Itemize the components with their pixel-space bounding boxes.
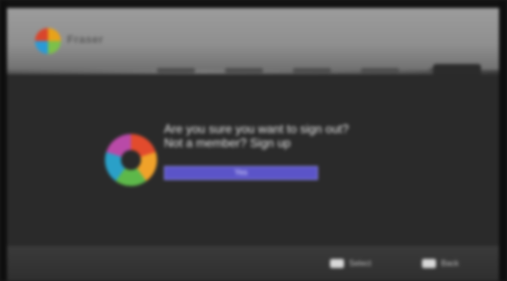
ok-key-icon: [330, 259, 344, 268]
signout-dialog: [7, 74, 499, 246]
back-key-label: Back: [441, 259, 459, 268]
nav-item[interactable]: [225, 68, 263, 73]
select-key-hint: Select: [330, 259, 371, 268]
screen-bezel-left: [0, 0, 7, 281]
confirm-button-label: Yes: [234, 168, 248, 177]
color-wheel-icon: [105, 134, 157, 186]
select-key-label: Select: [349, 259, 372, 268]
confirm-button[interactable]: Yes: [164, 166, 318, 180]
question-line: Are you sure you want to sign out?: [164, 122, 349, 136]
nav-item[interactable]: [293, 68, 331, 73]
nav-item[interactable]: [157, 68, 195, 73]
back-key-icon: [422, 259, 436, 268]
app-header: Fraser: [7, 8, 499, 80]
logo-text: Fraser: [67, 34, 104, 46]
nav-bar: [157, 68, 467, 73]
back-key-hint: Back: [422, 259, 459, 268]
tv-screen: Fraser Are you sure you want to sign out…: [0, 0, 507, 281]
nav-item[interactable]: [361, 68, 399, 73]
screen-bezel-top: [0, 0, 507, 8]
screen-bezel-right: [499, 0, 507, 281]
logo-icon: [35, 28, 61, 54]
signout-question: Are you sure you want to sign out? Not a…: [164, 122, 434, 150]
sub-question-line: Not a member? Sign up: [164, 136, 291, 150]
